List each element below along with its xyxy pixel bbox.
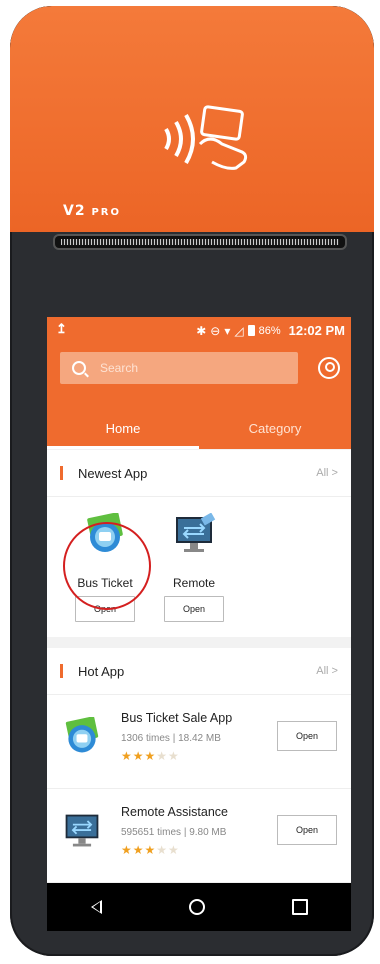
status-icons: ✱ ⊖ ▾ ◿ 86% 12:02 PM bbox=[196, 323, 345, 338]
section-marker bbox=[60, 664, 63, 678]
signal-icon: ◿ bbox=[234, 323, 244, 338]
bluetooth-icon: ✱ bbox=[196, 323, 207, 338]
android-nav-bar bbox=[47, 883, 351, 931]
open-button[interactable]: Open bbox=[277, 815, 337, 845]
search-input[interactable]: Search bbox=[60, 352, 298, 384]
app-grid: Bus Ticket Open Remote Open bbox=[47, 497, 351, 637]
tab-bar: Home Category bbox=[47, 411, 351, 449]
app-title: Bus Ticket Sale App bbox=[121, 711, 233, 725]
recents-icon[interactable] bbox=[291, 899, 308, 915]
home-icon[interactable] bbox=[188, 899, 205, 915]
tab-category[interactable]: Category bbox=[199, 411, 351, 449]
bus-ticket-app-icon bbox=[65, 717, 99, 753]
section-header: Hot App All > bbox=[47, 648, 351, 695]
battery-icon bbox=[247, 325, 255, 336]
wifi-icon: ▾ bbox=[224, 323, 231, 338]
search-placeholder: Search bbox=[100, 361, 139, 375]
device-top-panel: V2 PRO bbox=[10, 6, 374, 232]
model-text: PRO bbox=[91, 207, 121, 218]
see-all-link[interactable]: All > bbox=[316, 467, 338, 479]
open-button[interactable]: Open bbox=[164, 596, 224, 622]
remote-app-icon bbox=[176, 512, 216, 552]
app-meta: 1306 times | 18.42 MB bbox=[121, 733, 221, 744]
brand-text: V2 bbox=[63, 203, 86, 219]
profile-icon[interactable] bbox=[318, 357, 340, 379]
app-title: Remote Assistance bbox=[121, 805, 228, 819]
newest-app-section: Newest App All > Bus Ticket Open Remote … bbox=[47, 450, 351, 637]
list-item[interactable]: Bus Ticket Sale App 1306 times | 18.42 M… bbox=[47, 695, 351, 789]
open-button[interactable]: Open bbox=[277, 721, 337, 751]
section-title: Hot App bbox=[78, 663, 125, 679]
see-all-link[interactable]: All > bbox=[316, 665, 338, 677]
remote-app-icon bbox=[65, 814, 99, 847]
clock: 12:02 PM bbox=[288, 323, 345, 338]
status-bar: ↥ ✱ ⊖ ▾ ◿ 86% 12:02 PM bbox=[47, 317, 351, 343]
dnd-icon: ⊖ bbox=[210, 323, 221, 338]
app-header: Search Home Category bbox=[47, 343, 351, 449]
device-brand: V2 PRO bbox=[63, 203, 121, 219]
rating-stars: ★★★★★ bbox=[121, 749, 180, 763]
list-item[interactable]: Remote Assistance 595651 times | 9.80 MB… bbox=[47, 789, 351, 883]
section-title: Newest App bbox=[78, 465, 148, 481]
tab-home[interactable]: Home bbox=[47, 411, 199, 449]
section-header: Newest App All > bbox=[47, 450, 351, 497]
nfc-icon bbox=[164, 105, 248, 170]
section-marker bbox=[60, 466, 63, 480]
app-screen: ↥ ✱ ⊖ ▾ ◿ 86% 12:02 PM Search Home Categ… bbox=[47, 317, 351, 883]
highlight-circle bbox=[63, 522, 151, 610]
upload-icon: ↥ bbox=[56, 321, 67, 336]
rating-stars: ★★★★★ bbox=[121, 843, 180, 857]
back-icon[interactable] bbox=[90, 900, 102, 914]
app-tile-remote[interactable]: Remote Open bbox=[159, 512, 229, 622]
hot-app-section: Hot App All > Bus Ticket Sale App 1306 t… bbox=[47, 648, 351, 883]
battery-percent: 86% bbox=[258, 324, 281, 337]
app-meta: 595651 times | 9.80 MB bbox=[121, 827, 227, 838]
printer-slot bbox=[55, 236, 345, 248]
app-name: Remote bbox=[172, 576, 216, 590]
search-icon bbox=[72, 361, 86, 375]
